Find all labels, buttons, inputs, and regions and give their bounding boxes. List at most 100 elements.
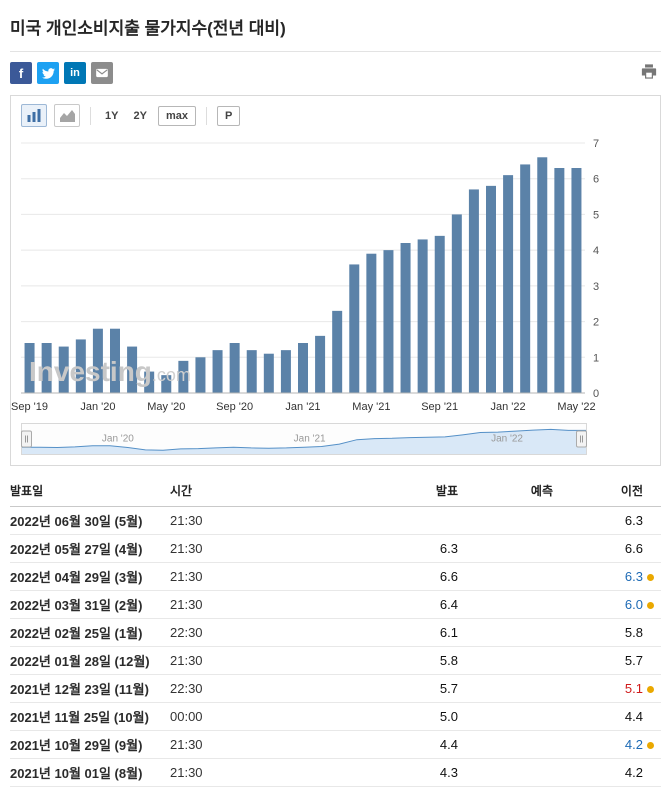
chart-bar[interactable] — [229, 343, 240, 393]
previous-value: 4.2 — [553, 758, 643, 787]
chart-bar[interactable] — [212, 350, 223, 393]
range-max-button[interactable]: max — [157, 105, 196, 126]
release-date: 2022년 06월 30일 (5월) — [10, 506, 170, 535]
compare-button[interactable]: P — [216, 105, 241, 126]
forecast-value — [458, 758, 553, 787]
actual-value — [300, 506, 458, 535]
navigator-label: Jan '22 — [491, 433, 523, 445]
x-axis-tick-label: Sep '21 — [421, 401, 458, 413]
email-share-button[interactable] — [91, 62, 113, 84]
y-axis-tick-label: 0 — [593, 388, 599, 400]
col-header-actual[interactable]: 발표 — [300, 476, 458, 507]
facebook-icon: f — [18, 65, 24, 81]
previous-value: 5.8 — [553, 618, 643, 647]
y-axis-tick-label: 1 — [593, 352, 599, 364]
chart-bar[interactable] — [486, 185, 496, 393]
linkedin-share-button[interactable]: in — [64, 62, 86, 84]
col-header-time[interactable]: 시간 — [170, 476, 300, 507]
release-time: 22:30 — [170, 618, 300, 647]
table-row: 2021년 11월 25일 (10월) 00:00 5.0 4.4 — [10, 702, 661, 731]
chart-bar[interactable] — [246, 350, 257, 393]
twitter-share-button[interactable] — [37, 62, 59, 84]
release-time: 22:30 — [170, 674, 300, 703]
chart-bar[interactable] — [451, 214, 462, 393]
chart-bar[interactable] — [332, 310, 343, 393]
col-header-forecast[interactable]: 예측 — [458, 476, 553, 507]
chart-toolbar: 1Y 2Y max P — [11, 96, 660, 131]
print-button[interactable] — [637, 62, 661, 84]
history-table: 발표일 시간 발표 예측 이전 2022년 06월 30일 (5월) 21:30 6… — [10, 476, 661, 792]
chart-bar[interactable] — [280, 350, 291, 393]
forecast-value — [458, 730, 553, 759]
revised-indicator-cell — [643, 786, 661, 792]
table-row: 2021년 10월 01일 (8월) 21:30 4.3 4.2 — [10, 758, 661, 787]
chart-bar[interactable] — [298, 343, 308, 393]
toolbar-separator — [90, 106, 91, 125]
chart-bar[interactable] — [263, 353, 274, 393]
chart-bar[interactable] — [520, 164, 531, 393]
table-row: 2022년 01월 28일 (12월) 21:30 5.8 5.7 — [10, 646, 661, 675]
revised-indicator-cell — [643, 590, 661, 619]
revised-indicator-cell — [643, 618, 661, 647]
actual-value: 6.6 — [300, 562, 458, 591]
y-axis-tick-label: 2 — [593, 317, 599, 329]
x-axis-tick-label: May '22 — [557, 401, 595, 413]
previous-value: 6.3 — [553, 562, 643, 591]
release-date: 2021년 11월 25일 (10월) — [10, 702, 170, 731]
navigator-left-handle[interactable] — [21, 430, 32, 448]
revised-dot — [647, 602, 654, 610]
col-header-previous[interactable]: 이전 — [553, 476, 643, 507]
revised-indicator-cell — [643, 506, 661, 535]
chart-bar[interactable] — [383, 250, 394, 393]
release-time: 21:30 — [170, 534, 300, 563]
y-axis-tick-label: 6 — [593, 174, 599, 186]
revised-indicator-cell — [643, 646, 661, 675]
table-row: 2021년 12월 23일 (11월) 22:30 5.7 5.1 — [10, 674, 661, 703]
chart-bar[interactable] — [571, 168, 582, 393]
chart-bar[interactable] — [195, 357, 206, 393]
history-table-body: 2022년 06월 30일 (5월) 21:30 6.3 2022년 05월 27일 … — [10, 506, 661, 792]
y-axis-tick-label: 5 — [593, 209, 599, 221]
x-axis-tick-label: Jan '20 — [80, 401, 115, 413]
navigator-label: Jan '21 — [293, 433, 326, 445]
area-chart-icon — [59, 110, 75, 122]
chart-bar[interactable] — [417, 239, 428, 393]
previous-value: 5.7 — [553, 646, 643, 675]
release-time: 21:30 — [170, 646, 300, 675]
chart-widget: 1Y 2Y max P 0 1 2 3 4 5 6 7 Sep '19 Jan '20 May '2… — [10, 95, 661, 466]
previous-value: 6.3 — [553, 506, 643, 535]
revised-indicator-cell — [643, 702, 661, 731]
chart-bar[interactable] — [503, 175, 514, 393]
actual-value: 4.3 — [300, 758, 458, 787]
actual-value: 5.8 — [300, 646, 458, 675]
column-chart-type-button[interactable] — [21, 104, 47, 127]
range-2y-button[interactable]: 2Y — [129, 107, 150, 125]
x-axis-tick-label: Sep '19 — [11, 401, 48, 413]
chart-bar[interactable] — [468, 189, 479, 393]
x-axis-tick-label: Jan '21 — [285, 401, 320, 413]
release-date: 2022년 05월 27일 (4월) — [10, 534, 170, 563]
navigator-right-handle[interactable] — [576, 430, 587, 448]
chart-bar[interactable] — [349, 264, 360, 393]
price-chart: 0 1 2 3 4 5 6 7 Sep '19 Jan '20 May '20 Sep '20 Jan … — [11, 131, 660, 419]
area-chart-type-button[interactable] — [54, 104, 80, 127]
chart-bar[interactable] — [554, 168, 565, 393]
actual-value: 6.4 — [300, 590, 458, 619]
col-header-release-date[interactable]: 발표일 — [10, 476, 170, 507]
chart-bar[interactable] — [434, 235, 445, 393]
revised-indicator-cell — [643, 534, 661, 563]
chart-bar[interactable] — [366, 253, 377, 393]
release-time: 21:30 — [170, 730, 300, 759]
forecast-value — [458, 786, 553, 792]
chart-navigator[interactable]: Jan '20 Jan '21 Jan '22 — [21, 423, 587, 455]
actual-value: 4.2 — [300, 786, 458, 792]
facebook-share-button[interactable]: f — [10, 62, 32, 84]
email-icon — [96, 68, 108, 78]
chart-bar[interactable] — [537, 157, 548, 393]
release-time: 21:30 — [170, 758, 300, 787]
release-time: 00:00 — [170, 702, 300, 731]
chart-bar[interactable] — [315, 335, 326, 393]
column-chart-icon — [27, 109, 41, 122]
chart-bar[interactable] — [400, 243, 411, 393]
range-1y-button[interactable]: 1Y — [101, 107, 122, 125]
